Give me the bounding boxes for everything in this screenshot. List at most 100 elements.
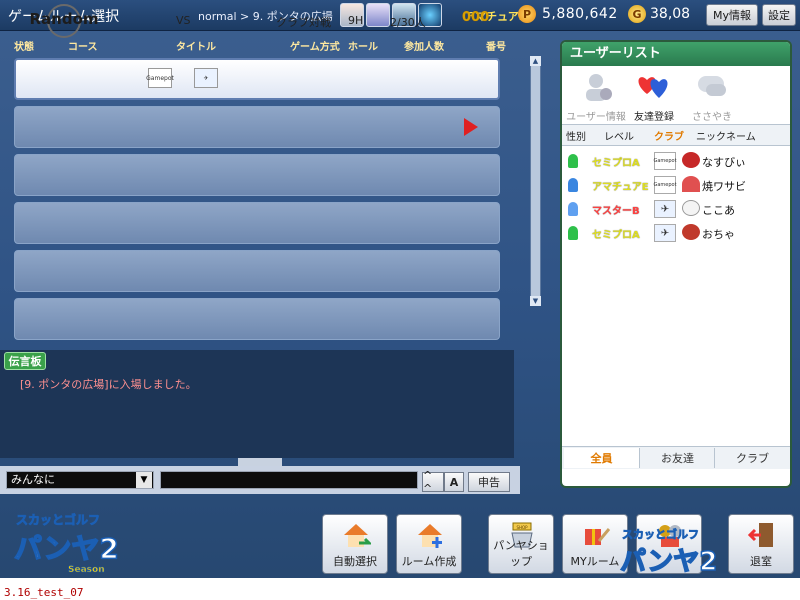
- logo-line2: パンヤ2: [14, 532, 119, 565]
- user-name: なすびぃ: [702, 156, 746, 169]
- tab-friends[interactable]: お友達: [639, 448, 715, 468]
- pangya-logo-art: スカッとゴルフ パンヤ2 Season: [13, 512, 119, 576]
- chat-target-select[interactable]: みんなに: [6, 471, 154, 489]
- room-holes: 9H: [348, 14, 364, 27]
- user-club-logo: Gamepot: [653, 176, 677, 194]
- whisper-icon[interactable]: [692, 72, 732, 102]
- room-list-scrollbar[interactable]: [530, 56, 541, 306]
- gender-male-icon: [568, 178, 578, 192]
- user-rank: アマチュアE: [592, 182, 649, 193]
- room-row[interactable]: [14, 58, 500, 100]
- shop-label: パンヤショップ: [493, 539, 549, 568]
- create-room-label: ルーム作成: [401, 555, 457, 568]
- user-rank: セミプロA: [592, 158, 640, 169]
- col-level[interactable]: レベル: [604, 128, 634, 143]
- status-gender-icon: [568, 226, 578, 240]
- room-mode: クラブ対戦: [276, 16, 331, 29]
- version-text: 3.16_test_07: [4, 586, 84, 599]
- user-row[interactable]: セミプロA ✈ おちゃ: [566, 222, 786, 244]
- friend-register-label: 友達登録: [634, 112, 674, 123]
- user-row[interactable]: マスターB ✈ ここあ: [566, 198, 786, 220]
- leave-room-button[interactable]: 退室: [728, 514, 794, 574]
- user-umbrella-icon: [682, 176, 700, 192]
- board-resize-handle[interactable]: [238, 458, 282, 466]
- tab-all[interactable]: 全員: [564, 448, 639, 468]
- shop-button[interactable]: SHOP パンヤショップ: [488, 514, 554, 574]
- mouse-pointer-icon: [464, 118, 478, 136]
- user-lips-icon: [682, 152, 700, 168]
- room-row-empty[interactable]: [14, 106, 500, 148]
- column-holes: ホール: [348, 42, 378, 53]
- my-info-button[interactable]: My情報: [706, 4, 758, 26]
- gift-box-icon: [585, 528, 611, 545]
- chevron-down-icon[interactable]: ▼: [136, 472, 152, 488]
- pang-amount: 5,880,642: [542, 6, 618, 22]
- caddie-avatar-2[interactable]: [366, 3, 390, 27]
- user-row[interactable]: セミプロA Gamepot なすびぃ: [566, 150, 786, 172]
- logo-line3: Season: [68, 565, 105, 575]
- logo-right-line1: スカッとゴルフ: [622, 527, 699, 541]
- gold-amount: 38,08: [650, 6, 691, 22]
- settings-button[interactable]: 設定: [762, 4, 796, 26]
- room-vs-label: VS: [176, 14, 191, 27]
- logo-line1: スカッとゴルフ: [16, 512, 100, 527]
- column-players: 参加人数: [404, 42, 444, 53]
- exit-door-icon: [747, 523, 773, 547]
- auto-select-label: 自動選択: [333, 555, 377, 568]
- random-course-logo: Random: [24, 4, 104, 38]
- emote-button[interactable]: ^ ^: [422, 469, 444, 495]
- friend-register-icon[interactable]: [634, 72, 674, 102]
- house-arrow-icon: [344, 524, 371, 547]
- col-gender[interactable]: 性別: [566, 128, 586, 143]
- chat-input[interactable]: [160, 471, 418, 489]
- logo-right-line2: パンヤ2: [620, 547, 717, 577]
- tab-club[interactable]: クラブ: [714, 448, 790, 468]
- user-name: 焼ワサビ: [702, 180, 746, 193]
- scroll-up-icon[interactable]: ▲: [530, 56, 541, 66]
- column-course: コース: [68, 42, 98, 53]
- col-nickname[interactable]: ニックネーム: [696, 128, 756, 143]
- house-plus-icon: [418, 524, 442, 548]
- user-name: ここあ: [702, 204, 735, 217]
- col-club[interactable]: クラブ: [654, 128, 684, 143]
- scroll-down-icon[interactable]: ▼: [530, 296, 541, 306]
- club-logo-b-icon: ✈: [194, 68, 218, 88]
- shop-sign-text: SHOP: [516, 525, 528, 530]
- user-row[interactable]: アマチュアE Gamepot 焼ワサビ: [566, 174, 786, 196]
- create-room-button[interactable]: ルーム作成: [396, 514, 462, 574]
- room-row-empty[interactable]: [14, 154, 500, 196]
- room-row-empty[interactable]: [14, 250, 500, 292]
- gender-male-icon: [568, 202, 578, 216]
- font-button[interactable]: A: [444, 472, 464, 492]
- user-rank: マスターB: [592, 206, 640, 217]
- status-bar: [0, 578, 800, 600]
- pang-coin-icon: P: [518, 5, 536, 23]
- auto-select-button[interactable]: 自動選択: [322, 514, 388, 574]
- report-button[interactable]: 申告: [468, 472, 510, 492]
- notice-message: [9. ポンタの広場]に入場しました。: [20, 378, 197, 391]
- leave-room-label: 退室: [750, 555, 772, 568]
- room-row-empty[interactable]: [14, 202, 500, 244]
- room-players: 2/30人: [390, 16, 426, 29]
- user-info-icon[interactable]: [576, 72, 616, 102]
- room-number: 000: [462, 10, 490, 25]
- column-mode: ゲーム方式: [290, 42, 340, 53]
- column-number: 番号: [486, 42, 506, 53]
- column-status: 状態: [14, 42, 34, 53]
- user-name: おちゃ: [702, 228, 735, 241]
- notice-board-tag: 伝言板: [4, 352, 46, 370]
- user-club-logo: Gamepot: [653, 152, 677, 170]
- club-logo-a: Gamepot: [146, 68, 174, 88]
- user-club-plane-icon: ✈: [654, 200, 676, 218]
- pangya-logo-left: スカッとゴルフ パンヤ2 Season: [10, 506, 128, 576]
- gold-coin-icon: G: [628, 5, 646, 23]
- room-course: Random: [29, 10, 99, 28]
- user-list-title: ユーザーリスト: [562, 42, 790, 66]
- column-title: タイトル: [176, 42, 216, 53]
- status-gender-icon: [568, 154, 578, 168]
- room-row-empty[interactable]: [14, 298, 500, 340]
- user-list-panel: ユーザーリスト ユーザー情報 友達登録 ささやき 性別 レベル クラブ ニックネ…: [560, 40, 792, 488]
- user-club-plane-icon: ✈: [654, 224, 676, 242]
- user-snowman-icon: [682, 200, 700, 216]
- user-rank: セミプロA: [592, 230, 640, 241]
